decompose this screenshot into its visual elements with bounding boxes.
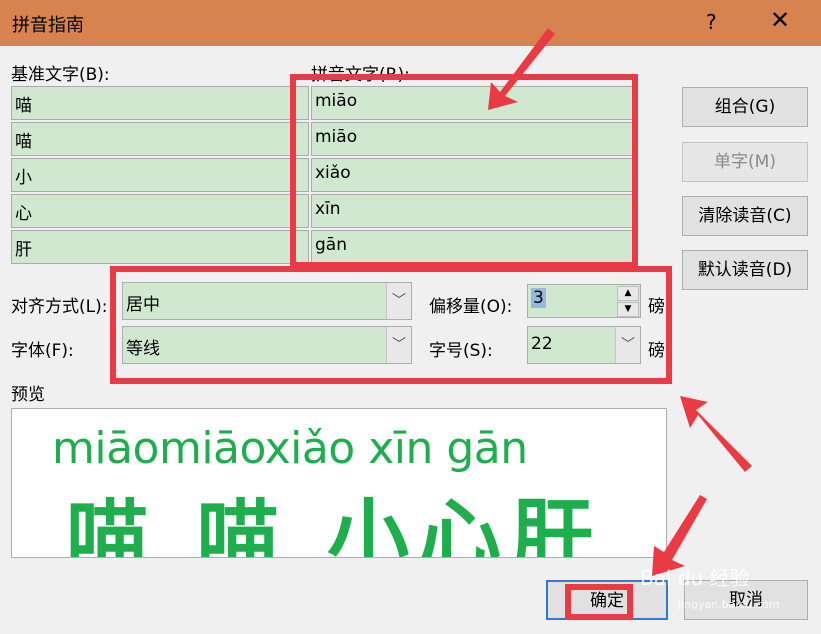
arrow-to-ruby-column	[488, 28, 555, 110]
watermark-brand: Bai du 经验	[640, 566, 750, 590]
annotation-arrows	[488, 28, 752, 576]
watermark-site: jingyan.baidu.com	[678, 598, 780, 611]
arrow-to-options	[680, 396, 752, 472]
